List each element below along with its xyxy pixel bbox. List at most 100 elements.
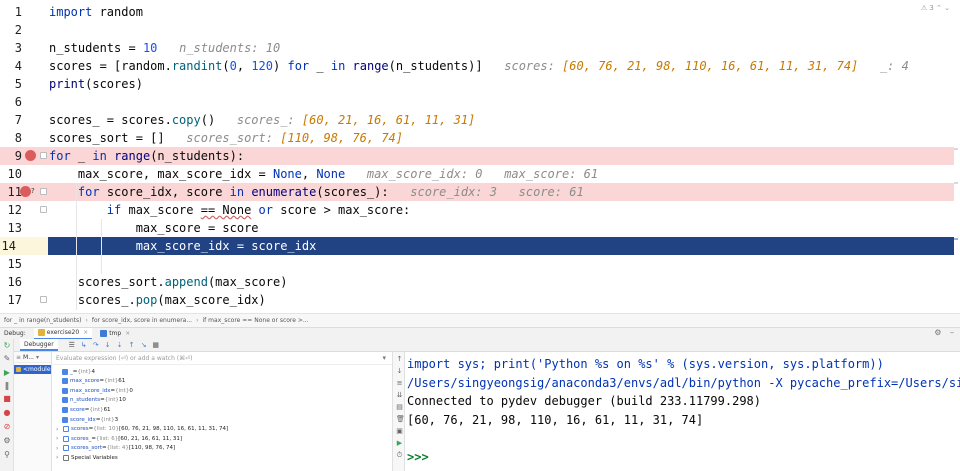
line-number[interactable]: 4 [0,57,22,75]
tab-tmp[interactable]: tmp × [100,330,130,337]
gear-icon[interactable]: ⚙ [934,328,941,337]
line-number[interactable]: 1 [0,3,22,21]
code-line[interactable]: 1 import random [0,3,960,21]
line-number[interactable]: 8 [0,129,22,147]
code-text[interactable]: for score_idx, score in enumerate(scores… [49,183,584,201]
chevron-down-icon[interactable]: ▾ [382,354,386,362]
rerun-icon[interactable]: ↻ [3,342,11,350]
fold-marker[interactable] [40,296,47,303]
code-text[interactable]: max_score = score [49,219,259,237]
variable-row[interactable]: › scores_ = {list: 6} [60, 21, 16, 61, 11… [56,434,182,443]
scroll-to-end-icon[interactable]: ⇊ [396,392,403,399]
code-line[interactable]: 8 scores_sort = [] scores_sort: [110, 98,… [0,129,960,147]
settings-icon[interactable]: ✎ [3,355,11,363]
frames-header[interactable]: ≡ M... ▾ [14,352,51,363]
code-line[interactable]: 4 scores = [random.randint(0, 120) for _ … [0,57,960,75]
line-number[interactable]: 16 [0,273,22,291]
chevron-right-icon[interactable]: › [56,445,63,452]
code-editor[interactable]: 1 import random 2 3 n_students = 10 n_studen… [0,0,960,313]
up-arrow-icon[interactable]: ↑ [396,356,403,363]
code-line[interactable]: 17 scores_.pop(max_score_idx) [0,291,960,309]
run-to-cursor-icon[interactable]: ↘ [140,341,148,349]
down-arrow-icon[interactable]: ↓ [396,368,403,375]
console-prompt[interactable]: >>> [407,448,429,466]
line-number[interactable]: 15 [0,255,22,273]
code-text[interactable]: print(scores) [49,75,143,93]
pin-icon[interactable]: ⚲ [3,451,11,459]
minimize-icon[interactable]: – [950,328,954,337]
print-icon[interactable]: ▤ [396,404,403,411]
code-text[interactable]: for _ in range(n_students): [49,147,244,165]
code-text[interactable]: if max_score == None or score > max_scor… [49,201,410,219]
breakpoint-icon[interactable] [25,150,36,161]
breakpoint-icon[interactable] [20,186,31,197]
console-output[interactable]: import sys; print('Python %s on %s' % (s… [405,352,960,471]
step-into-my-code-icon[interactable]: ⇣ [116,341,124,349]
chevron-right-icon[interactable]: › [56,454,63,461]
editor-scrollbar[interactable] [954,0,960,313]
code-line[interactable]: 10 max_score, max_score_idx = None, None… [0,165,960,183]
variable-row[interactable]: score = {int} 61 [62,405,111,414]
variable-row[interactable]: › Special Variables [56,453,118,462]
variable-row[interactable]: max_score = {int} 61 [62,377,125,386]
line-number[interactable]: 10 [0,165,22,183]
code-text[interactable]: import random [49,3,143,21]
show-execution-point-icon[interactable]: ↳ [80,341,88,349]
code-line[interactable]: 13 max_score = score [0,219,960,237]
breakpoint-line[interactable]: 11? for score_idx, score in enumerate(sc… [0,183,960,201]
line-number[interactable]: 14 [0,237,48,255]
variable-row[interactable]: max_score_idx = {int} 0 [62,386,133,395]
fold-marker[interactable] [40,152,47,159]
fold-marker[interactable] [40,206,47,213]
code-line[interactable]: 5 print(scores) [0,75,960,93]
line-number[interactable]: 17 [0,291,22,309]
code-text[interactable]: max_score, max_score_idx = None, None ma… [49,165,598,183]
line-number[interactable]: 5 [0,75,22,93]
code-line[interactable]: 12 if max_score == None or score > max_s… [0,201,960,219]
inspection-widget[interactable]: ⚠ 3 ⌃ ⌄ [921,4,950,12]
current-execution-line[interactable]: 14 max_score_idx = score_idx [0,237,960,255]
resume-icon[interactable]: ▶ [3,369,11,377]
line-number[interactable]: 12 [0,201,22,219]
breadcrumb-item[interactable]: for _ in range(n_students) [4,317,81,324]
chevron-right-icon[interactable]: › [56,426,63,433]
code-text[interactable]: max_score_idx = score_idx [49,237,317,255]
code-line[interactable]: 7 scores_ = scores.copy() scores_: [60, 2… [0,111,960,129]
variable-row[interactable]: › scores_sort = {list: 4} [110, 98, 76, 7… [56,444,175,453]
code-line[interactable]: 6 [0,93,960,111]
chevron-right-icon[interactable]: › [56,435,63,442]
step-out-icon[interactable]: ↑ [128,341,136,349]
close-icon[interactable]: × [125,330,130,337]
code-text[interactable]: scores_ = scores.copy() scores_: [60, 21… [49,111,475,129]
soft-wrap-icon[interactable]: ≡ [396,380,403,387]
view-breakpoints-icon[interactable]: ● [3,409,11,417]
breakpoint-line[interactable]: 9 for _ in range(n_students): [0,147,960,165]
line-number[interactable]: 13 [0,219,22,237]
code-line[interactable]: 2 [0,21,960,39]
line-number[interactable]: 2 [0,21,22,39]
step-over-icon[interactable]: ↷ [92,341,100,349]
stop-icon[interactable]: ■ [3,395,11,403]
console-layout-icon[interactable]: ☰ [68,341,76,349]
tab-exercise20[interactable]: exercise20 × [33,327,93,340]
delete-icon[interactable]: 🗑 [396,416,405,423]
code-line[interactable]: 3 n_students = 10 n_students: 10 [0,39,960,57]
pause-icon[interactable]: ❚ [3,382,11,390]
variable-row[interactable]: n_students = {int} 10 [62,396,126,405]
variable-row[interactable]: _ = {int} 4 [62,367,95,376]
step-into-icon[interactable]: ↓ [104,341,112,349]
python-console-icon[interactable]: ▶ [396,440,403,447]
fold-marker[interactable] [40,188,47,195]
code-text[interactable]: scores_sort = [] scores_sort: [110, 98, … [49,129,403,147]
gear-icon[interactable]: ⚙ [3,437,11,445]
evaluate-expression-input[interactable]: Evaluate expression (⏎) or add a watch (… [52,352,392,365]
code-text[interactable]: n_students = 10 n_students: 10 [49,39,280,57]
history-icon[interactable]: ⏱ [396,452,403,459]
variable-row[interactable]: › scores = {list: 10} [60, 76, 21, 98, 11… [56,425,228,434]
code-text[interactable]: scores = [random.randint(0, 120) for _ i… [49,57,909,75]
line-number[interactable]: 7 [0,111,22,129]
evaluate-icon[interactable]: ▦ [152,341,160,349]
mute-breakpoints-icon[interactable]: ⊘ [3,423,11,431]
breadcrumb-item[interactable]: if max_score == None or score >... [202,317,308,324]
code-text[interactable]: scores_.pop(max_score_idx) [49,291,266,309]
